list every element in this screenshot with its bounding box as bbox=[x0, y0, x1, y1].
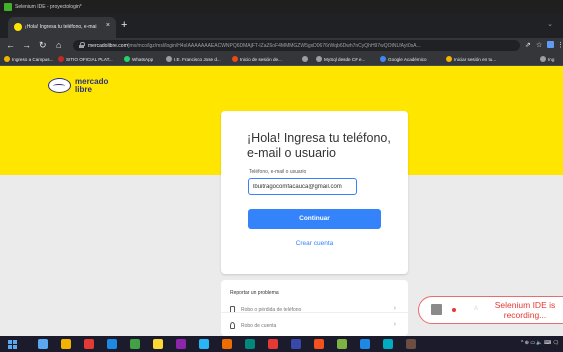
new-tab-button[interactable]: + bbox=[121, 20, 127, 31]
extension-icon[interactable] bbox=[547, 41, 554, 48]
taskbar-app-icon[interactable] bbox=[268, 339, 278, 349]
taskbar-app-icon[interactable] bbox=[245, 339, 255, 349]
recording-dot-icon bbox=[452, 308, 456, 312]
bookmark-favicon-icon bbox=[166, 56, 172, 62]
whatsapp-icon bbox=[124, 56, 130, 62]
share-icon[interactable]: ⇗ bbox=[525, 41, 531, 49]
selenium-ide-icon bbox=[431, 304, 442, 315]
email-field[interactable] bbox=[248, 178, 357, 195]
taskbar-app-icon[interactable] bbox=[360, 339, 370, 349]
address-bar[interactable]: mercadolibre.com /jms/mco/lgz/msl/login/… bbox=[73, 40, 520, 51]
bookmark-item[interactable]: SITIO OFICIAL PLAT... bbox=[58, 56, 113, 62]
selenium-icon bbox=[4, 3, 12, 11]
lock-icon bbox=[79, 42, 85, 48]
taskbar-app-icon[interactable] bbox=[383, 339, 393, 349]
microsoft-icon bbox=[446, 56, 452, 62]
forward-arrow-icon[interactable]: → bbox=[22, 40, 31, 50]
url-path: /jms/mco/lgz/msl/login/H4sIAAAAAAAEACWNP… bbox=[127, 43, 421, 49]
selenium-recording-notice: A Selenium IDE is recording... bbox=[418, 296, 563, 324]
bookmark-favicon-icon bbox=[540, 56, 546, 62]
home-icon[interactable]: ⌂ bbox=[56, 40, 61, 50]
taskbar-app-icon[interactable] bbox=[406, 339, 416, 349]
taskbar-app-icon[interactable] bbox=[314, 339, 324, 349]
chevron-right-icon: › bbox=[393, 305, 396, 312]
selenium-window-title: Selenium IDE - proyectologin* bbox=[15, 4, 82, 10]
close-tab-icon[interactable]: × bbox=[106, 22, 110, 29]
office-icon bbox=[232, 56, 238, 62]
bookmark-star-icon[interactable]: ☆ bbox=[536, 41, 542, 49]
tab-title: ¡Hola! Ingresa tu teléfono, e-mai bbox=[25, 24, 97, 30]
taskbar-app-icon[interactable] bbox=[337, 339, 347, 349]
bookmark-item[interactable]: Inicio de sesión de... bbox=[232, 56, 282, 62]
selenium-title-bar: Selenium IDE - proyectologin* bbox=[0, 0, 563, 14]
divider bbox=[221, 312, 408, 313]
report-problem-card: Reportar un problema Robo o pérdida de t… bbox=[221, 280, 408, 336]
handshake-icon bbox=[48, 78, 71, 93]
bookmark-item[interactable]: I.E. Francisco Jose d... bbox=[166, 56, 221, 62]
google-scholar-icon bbox=[380, 56, 386, 62]
bookmarks-bar: Ingreso a Campus... SITIO OFICIAL PLAT..… bbox=[0, 53, 563, 66]
mercadolibre-logo[interactable]: mercado libre bbox=[48, 76, 118, 98]
browser-toolbar: ← → ↻ ⌂ mercadolibre.com /jms/mco/lgz/ms… bbox=[0, 38, 563, 53]
bookmark-item[interactable]: MySql desde C# e... bbox=[316, 56, 365, 62]
report-item-account-theft[interactable]: Robo de cuenta › bbox=[230, 321, 400, 333]
bookmark-item[interactable]: WhatsApp bbox=[124, 56, 153, 62]
bookmark-favicon-icon bbox=[58, 56, 64, 62]
email-field-label: Teléfono, e-mail o usuario bbox=[249, 169, 307, 175]
browser-tab-active[interactable]: ¡Hola! Ingresa tu teléfono, e-mai × bbox=[8, 17, 116, 38]
report-title: Reportar un problema bbox=[230, 290, 279, 296]
browser-tab-strip: ¡Hola! Ingresa tu teléfono, e-mai × + ⌄ bbox=[0, 14, 563, 38]
selenium-notice-ghost-text: A bbox=[474, 306, 479, 312]
bookmark-item[interactable]: Ing bbox=[540, 56, 554, 62]
create-account-link[interactable]: Crear cuenta bbox=[248, 240, 381, 247]
more-menu-icon[interactable]: ⋮ bbox=[557, 41, 563, 49]
taskbar-app-icon[interactable] bbox=[61, 339, 71, 349]
taskbar-app-icon[interactable] bbox=[130, 339, 140, 349]
back-arrow-icon[interactable]: ← bbox=[6, 40, 15, 50]
windows-start-icon[interactable] bbox=[8, 340, 17, 349]
bookmark-favicon-icon bbox=[302, 56, 308, 62]
tab-search-icon[interactable]: ⌄ bbox=[547, 20, 553, 28]
system-tray[interactable]: ^ ⊕ ▭ 🔈 ⌨ 🗨 bbox=[521, 340, 559, 346]
bookmark-favicon-icon bbox=[316, 56, 322, 62]
bookmark-item[interactable]: Iniciar sesión en tu... bbox=[446, 56, 496, 62]
windows-taskbar: ^ ⊕ ▭ 🔈 ⌨ 🗨 bbox=[0, 336, 563, 352]
taskbar-app-icon[interactable] bbox=[176, 339, 186, 349]
taskbar-app-icon[interactable] bbox=[222, 339, 232, 349]
login-title: ¡Hola! Ingresa tu teléfono, e-mail o usu… bbox=[247, 131, 391, 160]
taskbar-app-icon[interactable] bbox=[153, 339, 163, 349]
logo-text-line2: libre bbox=[75, 85, 92, 94]
chevron-right-icon: › bbox=[393, 321, 396, 328]
taskbar-app-icon[interactable] bbox=[199, 339, 209, 349]
login-card: ¡Hola! Ingresa tu teléfono, e-mail o usu… bbox=[221, 111, 408, 274]
bookmark-item[interactable]: Google Académico bbox=[380, 56, 427, 62]
taskbar-app-icon[interactable] bbox=[107, 339, 117, 349]
user-icon bbox=[230, 322, 235, 329]
report-item-lost-phone[interactable]: Robo o pérdida de teléfono › bbox=[230, 305, 400, 317]
bookmark-item[interactable] bbox=[302, 56, 310, 62]
taskbar-app-icon[interactable] bbox=[291, 339, 301, 349]
url-host: mercadolibre.com bbox=[88, 43, 128, 49]
bookmark-item[interactable]: Ingreso a Campus... bbox=[4, 56, 53, 62]
selenium-recording-text: Selenium IDE is recording... bbox=[494, 300, 556, 320]
reload-icon[interactable]: ↻ bbox=[39, 40, 47, 50]
continue-button[interactable]: Continuar bbox=[248, 209, 381, 229]
taskbar-app-icon[interactable] bbox=[38, 339, 48, 349]
report-item-label: Robo de cuenta bbox=[241, 323, 277, 329]
taskbar-app-icon[interactable] bbox=[84, 339, 94, 349]
bookmark-favicon-icon bbox=[4, 56, 10, 62]
mercadolibre-favicon-icon bbox=[14, 23, 22, 31]
